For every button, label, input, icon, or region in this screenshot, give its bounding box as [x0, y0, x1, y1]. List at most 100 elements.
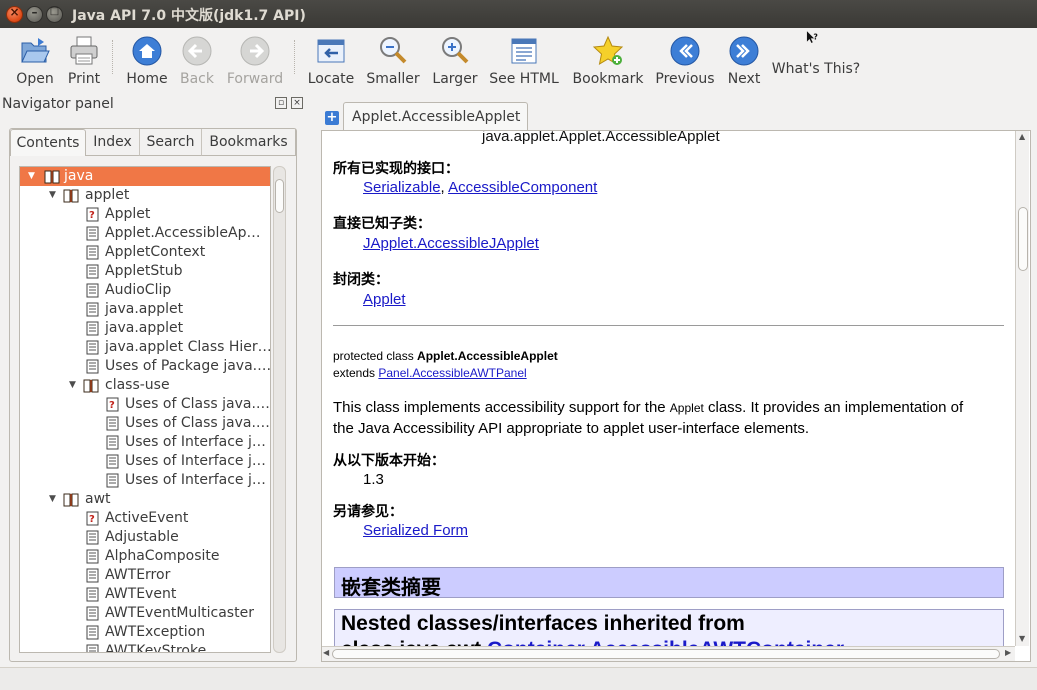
navigator-panel-title: Navigator panel [2, 96, 114, 112]
tab-search[interactable]: Search [140, 129, 202, 156]
extends-line: extends Panel.AccessibleAWTPanel [333, 366, 527, 380]
print-button[interactable]: Print [62, 32, 106, 90]
scroll-up-icon[interactable]: ▲ [1019, 132, 1025, 141]
tree-item[interactable]: java.applet Class Hier… [20, 338, 270, 357]
back-button[interactable]: Back [176, 32, 218, 90]
next-button[interactable]: Next [724, 32, 764, 90]
zoom-out-icon [380, 37, 407, 64]
tree-item[interactable]: AWTError [20, 566, 270, 585]
scroll-down-icon[interactable]: ▼ [1019, 634, 1025, 643]
tree-item[interactable]: Uses of Interface j… [20, 433, 270, 452]
whats-this-icon: ? [806, 31, 818, 43]
tree-item[interactable]: Adjustable [20, 528, 270, 547]
nested-class-summary-box: 嵌套类摘要 [334, 567, 1004, 599]
content-horizontal-scrollbar-thumb[interactable] [332, 649, 1000, 659]
locate-button[interactable]: Locate [306, 32, 356, 90]
tree-scrollbar[interactable] [273, 166, 286, 653]
page-icon [86, 340, 99, 355]
tree-item[interactable]: Applet.AccessibleAp… [20, 224, 270, 243]
tab-document[interactable]: Applet.AccessibleApplet [343, 102, 528, 131]
help-page-icon: ? [86, 207, 99, 222]
scroll-right-icon[interactable]: ▶ [1005, 648, 1011, 657]
previous-button[interactable]: Previous [652, 32, 718, 90]
forward-button[interactable]: Forward [224, 32, 286, 90]
expanded-arrow-icon[interactable]: ▼ [69, 376, 76, 395]
tree-item[interactable]: java.applet [20, 300, 270, 319]
tree-item[interactable]: AWTEventMulticaster [20, 604, 270, 623]
next-icon [729, 36, 759, 66]
home-button[interactable]: Home [124, 32, 170, 90]
see-also-header: 另请参见： [333, 503, 403, 519]
expanded-arrow-icon[interactable]: ▼ [28, 167, 35, 186]
tree-item[interactable]: ? ActiveEvent [20, 509, 270, 528]
tree-item[interactable]: AlphaComposite [20, 547, 270, 566]
tree-item[interactable]: AWTException [20, 623, 270, 642]
tree-item[interactable]: ? Uses of Class java.… [20, 395, 270, 414]
tab-bookmarks[interactable]: Bookmarks [202, 129, 296, 156]
undock-panel-button[interactable]: ▫ [275, 97, 287, 109]
page-icon [106, 416, 119, 431]
content-vertical-scrollbar[interactable]: ▲ ▼ [1015, 131, 1029, 646]
tree-scrollbar-thumb[interactable] [275, 179, 284, 213]
tree-item[interactable]: AppletStub [20, 262, 270, 281]
status-bar [0, 667, 1037, 690]
tree-item[interactable]: AWTKeyStroke [20, 642, 270, 652]
page-icon [86, 606, 99, 621]
content-horizontal-scrollbar[interactable]: ◀ ▶ [322, 646, 1015, 661]
larger-button[interactable]: Larger [428, 32, 482, 90]
open-button[interactable]: Open [12, 32, 58, 90]
whats-this-button[interactable]: ? What's This? [770, 28, 862, 86]
tree-item[interactable]: ? Applet [20, 205, 270, 224]
link-accessible-awt-container[interactable]: Container.AccessibleAWTContainer [487, 638, 844, 646]
tree-item[interactable]: AWTEvent [20, 585, 270, 604]
tree-node-applet[interactable]: ▼ applet [20, 186, 270, 205]
nested-class-summary-title: 嵌套类摘要 [341, 577, 441, 599]
tree-item[interactable]: Uses of Interface j… [20, 471, 270, 490]
new-tab-button[interactable]: + [325, 111, 339, 125]
link-japplet-accessible[interactable]: JApplet.AccessibleJApplet [363, 235, 539, 252]
printer-icon [70, 36, 98, 65]
minimize-window-button[interactable]: – [26, 5, 43, 23]
tree-item[interactable]: AppletContext [20, 243, 270, 262]
tree-item[interactable]: Uses of Class java.… [20, 414, 270, 433]
page-icon [106, 473, 119, 488]
close-panel-button[interactable]: × [291, 97, 303, 109]
tree-item[interactable]: java.applet [20, 319, 270, 338]
maximize-window-button[interactable]: □ [46, 6, 63, 23]
page-icon [86, 359, 99, 374]
bookmark-button[interactable]: Bookmark [570, 32, 646, 90]
since-header: 从以下版本开始： [333, 452, 445, 468]
close-window-button[interactable]: × [6, 5, 23, 23]
tree-node-awt[interactable]: ▼ awt [20, 490, 270, 509]
tree-item[interactable]: Uses of Package java.… [20, 357, 270, 376]
tab-index[interactable]: Index [86, 129, 140, 156]
page-icon [106, 454, 119, 469]
link-serialized-form[interactable]: Serialized Form [363, 522, 468, 539]
title-bar: × – □ Java API 7.0 中文版(jdk1.7 API) [0, 0, 1037, 28]
tree-item[interactable]: AudioClip [20, 281, 270, 300]
smaller-button[interactable]: Smaller [364, 32, 422, 90]
toolbar-separator [294, 40, 295, 74]
tree-node-class-use[interactable]: ▼ class-use [20, 376, 270, 395]
description-line-2: the Java Accessibility API appropriate t… [333, 420, 810, 437]
expanded-arrow-icon[interactable]: ▼ [49, 490, 56, 509]
link-panel-accessible[interactable]: Panel.AccessibleAWTPanel [378, 366, 526, 380]
page-icon [86, 549, 99, 564]
page-icon [106, 435, 119, 450]
open-folder-icon [21, 38, 50, 63]
link-applet[interactable]: Applet [363, 291, 406, 308]
tab-contents[interactable]: Contents [10, 129, 86, 156]
page-icon [86, 245, 99, 260]
star-icon [592, 35, 624, 65]
link-accessible-component[interactable]: AccessibleComponent [448, 179, 597, 196]
content-vertical-scrollbar-thumb[interactable] [1018, 207, 1028, 271]
tree-item[interactable]: Uses of Interface j… [20, 452, 270, 471]
window-title: Java API 7.0 中文版(jdk1.7 API) [72, 8, 306, 24]
expanded-arrow-icon[interactable]: ▼ [49, 186, 56, 205]
maximize-icon: □ [49, 6, 60, 17]
scroll-left-icon[interactable]: ◀ [323, 648, 329, 657]
link-serializable[interactable]: Serializable [363, 179, 441, 196]
tree-node-java[interactable]: ▼ java [20, 167, 270, 186]
see-html-button[interactable]: See HTML [488, 32, 560, 90]
plus-icon: + [326, 110, 338, 125]
